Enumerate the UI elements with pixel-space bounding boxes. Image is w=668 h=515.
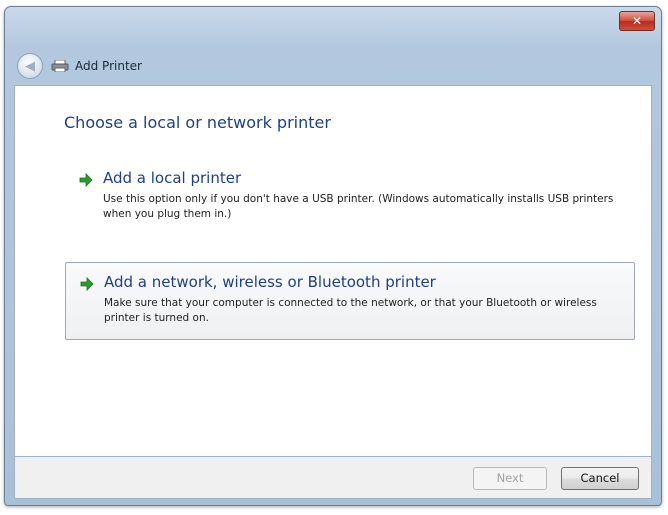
close-button[interactable]: ✕ <box>619 11 655 31</box>
add-local-printer-title: Add a local printer <box>103 169 242 187</box>
printer-icon <box>51 60 69 72</box>
close-icon: ✕ <box>631 14 643 28</box>
add-local-printer-option[interactable]: Add a local printer Use this option only… <box>65 162 635 228</box>
green-arrow-icon <box>79 173 93 187</box>
green-arrow-icon <box>80 277 94 291</box>
add-network-printer-option[interactable]: Add a network, wireless or Bluetooth pri… <box>65 262 635 340</box>
cancel-button[interactable]: Cancel <box>561 467 639 490</box>
page-heading: Choose a local or network printer <box>64 113 331 132</box>
back-button[interactable]: ◀ <box>17 53 43 79</box>
window-title: Add Printer <box>75 59 142 73</box>
wizard-content: Choose a local or network printer Add a … <box>14 85 652 457</box>
add-network-printer-description: Make sure that your computer is connecte… <box>104 297 597 324</box>
add-local-printer-description: Use this option only if you don't have a… <box>103 193 614 220</box>
add-printer-window: ✕ ◀ Add Printer Choose a local or networ… <box>4 6 662 506</box>
add-network-printer-title: Add a network, wireless or Bluetooth pri… <box>104 273 436 291</box>
back-arrow-icon: ◀ <box>25 58 35 74</box>
title-bar: ✕ ◀ Add Printer <box>5 7 661 85</box>
next-button[interactable]: Next <box>473 467 547 490</box>
button-bar: Next Cancel <box>14 457 652 499</box>
